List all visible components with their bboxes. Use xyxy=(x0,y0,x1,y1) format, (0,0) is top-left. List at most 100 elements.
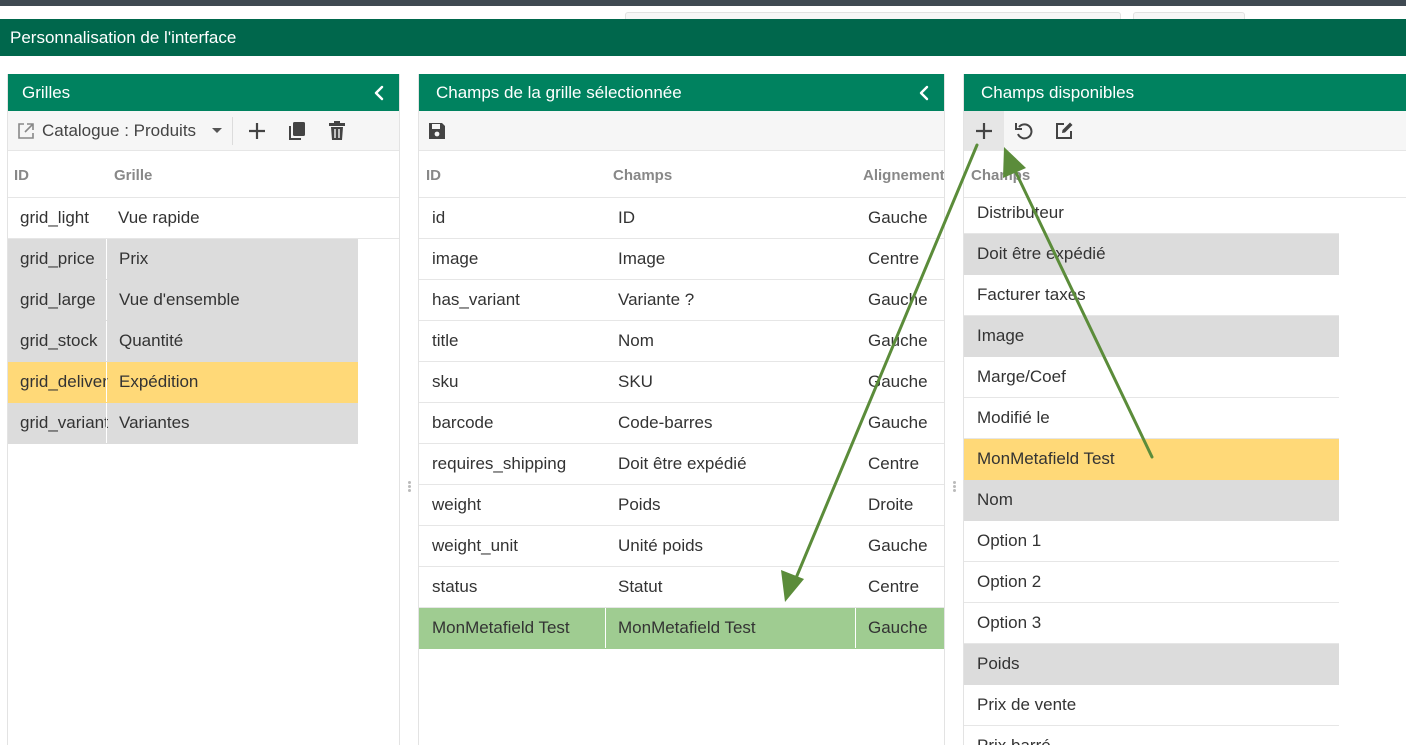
available-table-header: Champs xyxy=(964,151,1406,198)
field-id-cell: MonMetafield Test xyxy=(420,608,606,648)
grid-row[interactable]: grid_delivery Expédition xyxy=(8,362,358,403)
field-row[interactable]: id ID Gauche xyxy=(419,198,944,239)
edit-icon xyxy=(1054,121,1074,141)
fields-panel-header: Champs de la grille sélectionnée xyxy=(419,74,944,111)
available-field-row[interactable]: Image xyxy=(964,316,1339,357)
grid-row[interactable]: grid_variants Variantes xyxy=(8,403,358,444)
copy-icon xyxy=(288,121,306,141)
plus-icon xyxy=(975,122,993,140)
available-field-row[interactable]: Option 1 xyxy=(964,521,1339,562)
grid-name-cell: Variantes xyxy=(106,403,356,443)
field-row[interactable]: image Image Centre xyxy=(419,239,944,280)
grid-catalog-select[interactable]: Catalogue : Produits xyxy=(8,111,232,151)
available-field-row[interactable]: Prix de vente xyxy=(964,685,1339,726)
external-link-icon[interactable] xyxy=(16,121,36,141)
field-row[interactable]: weight Poids Droite xyxy=(419,485,944,526)
available-field-cell: Facturer taxes xyxy=(977,285,1086,304)
available-field-cell: Prix barré xyxy=(965,726,1335,745)
column-header-grid[interactable]: Grille xyxy=(114,167,152,184)
panel-resize-handle[interactable] xyxy=(408,481,411,493)
grid-id-cell: grid_variants xyxy=(20,413,108,432)
panel-resize-handle[interactable] xyxy=(953,481,956,493)
field-name-cell: MonMetafield Test xyxy=(606,608,856,648)
field-row[interactable]: weight_unit Unité poids Gauche xyxy=(419,526,944,567)
field-row[interactable]: title Nom Gauche xyxy=(419,321,944,362)
available-field-row[interactable]: Poids xyxy=(964,644,1339,685)
field-row[interactable]: requires_shipping Doit être expédié Centre xyxy=(419,444,944,485)
field-name-cell: Nom xyxy=(618,331,654,350)
field-row[interactable]: has_variant Variante ? Gauche xyxy=(419,280,944,321)
field-id-cell: barcode xyxy=(432,413,494,432)
chevron-down-icon[interactable] xyxy=(212,128,223,133)
field-row[interactable]: barcode Code-barres Gauche xyxy=(419,403,944,444)
available-field-row[interactable]: Doit être expédié xyxy=(964,234,1339,275)
field-id-cell: sku xyxy=(432,372,459,391)
field-align-cell: Gauche xyxy=(868,536,928,555)
add-grid-button[interactable] xyxy=(237,111,277,151)
fields-panel: Champs de la grille sélectionnée ID Cham… xyxy=(418,74,945,745)
column-header-field[interactable]: Champs xyxy=(971,167,1030,184)
undo-icon xyxy=(1014,121,1034,141)
field-id-cell: weight_unit xyxy=(432,536,519,555)
available-field-cell: MonMetafield Test xyxy=(977,449,1115,468)
available-panel-header: Champs disponibles xyxy=(964,74,1406,111)
field-id-cell: weight xyxy=(432,495,482,514)
field-id-cell: has_variant xyxy=(432,290,520,309)
toolbar-separator xyxy=(232,116,234,145)
available-field-row[interactable]: Facturer taxes xyxy=(964,275,1339,316)
background-button xyxy=(1133,12,1245,19)
delete-grid-button[interactable] xyxy=(317,111,357,151)
column-header-alignment[interactable]: Alignement xyxy=(863,167,944,184)
available-field-cell: Poids xyxy=(977,654,1020,673)
field-align-cell: Gauche xyxy=(868,331,928,350)
save-fields-button[interactable] xyxy=(419,111,455,151)
field-id-cell: id xyxy=(432,208,446,227)
grid-id-cell: grid_price xyxy=(20,249,95,268)
available-field-row[interactable]: Option 3 xyxy=(964,603,1339,644)
column-header-id[interactable]: ID xyxy=(426,167,441,184)
column-header-id[interactable]: ID xyxy=(14,167,29,184)
available-field-cell: Nom xyxy=(977,490,1013,509)
field-row[interactable]: MonMetafield Test MonMetafield Test Gauche xyxy=(419,608,944,649)
available-field-cell: Option 3 xyxy=(977,613,1042,632)
grid-row[interactable]: grid_price Prix xyxy=(8,239,358,280)
field-align-cell: Gauche xyxy=(868,413,928,432)
field-align-cell: Gauche xyxy=(868,372,928,391)
column-header-field[interactable]: Champs xyxy=(613,167,672,184)
reset-fields-button[interactable] xyxy=(1004,111,1044,151)
edit-field-button[interactable] xyxy=(1044,111,1084,151)
field-name-cell: Doit être expédié xyxy=(618,454,747,473)
field-name-cell: Unité poids xyxy=(618,536,704,555)
browser-top-strip xyxy=(0,0,1406,19)
grid-row[interactable]: grid_stock Quantité xyxy=(8,321,358,362)
copy-grid-button[interactable] xyxy=(277,111,317,151)
available-field-row[interactable]: Marge/Coef xyxy=(964,357,1339,398)
available-field-row[interactable]: Option 2 xyxy=(964,562,1339,603)
available-field-row[interactable]: Nom xyxy=(964,480,1339,521)
chevron-left-icon[interactable] xyxy=(373,74,385,111)
grids-table-header: ID Grille xyxy=(8,151,399,198)
field-align-cell: Gauche xyxy=(868,208,928,227)
available-field-cell: Marge/Coef xyxy=(977,367,1066,386)
grid-row[interactable]: grid_light Vue rapide xyxy=(8,198,399,239)
available-field-row[interactable]: Prix barré xyxy=(964,726,1339,745)
field-row[interactable]: sku SKU Gauche xyxy=(419,362,944,403)
add-field-button[interactable] xyxy=(964,110,1004,151)
available-field-row[interactable]: Distributeur xyxy=(964,193,1339,234)
field-row[interactable]: status Statut Centre xyxy=(419,567,944,608)
available-field-row[interactable]: Modifié le xyxy=(964,398,1339,439)
grids-toolbar: Catalogue : Produits xyxy=(8,111,399,151)
field-align-cell: Centre xyxy=(868,577,920,596)
chevron-left-icon[interactable] xyxy=(918,74,930,111)
grid-name-cell: Prix xyxy=(106,239,356,279)
available-field-cell: Prix de vente xyxy=(977,695,1077,714)
plus-icon xyxy=(248,122,266,140)
available-field-cell: Distributeur xyxy=(977,203,1064,222)
fields-panel-title: Champs de la grille sélectionnée xyxy=(436,83,682,102)
available-panel-title: Champs disponibles xyxy=(981,83,1135,102)
available-field-row[interactable]: MonMetafield Test xyxy=(964,439,1339,480)
grid-row[interactable]: grid_large Vue d'ensemble xyxy=(8,280,358,321)
field-name-cell: ID xyxy=(618,208,635,227)
grids-panel-header: Grilles xyxy=(8,74,399,111)
trash-icon xyxy=(328,120,346,141)
